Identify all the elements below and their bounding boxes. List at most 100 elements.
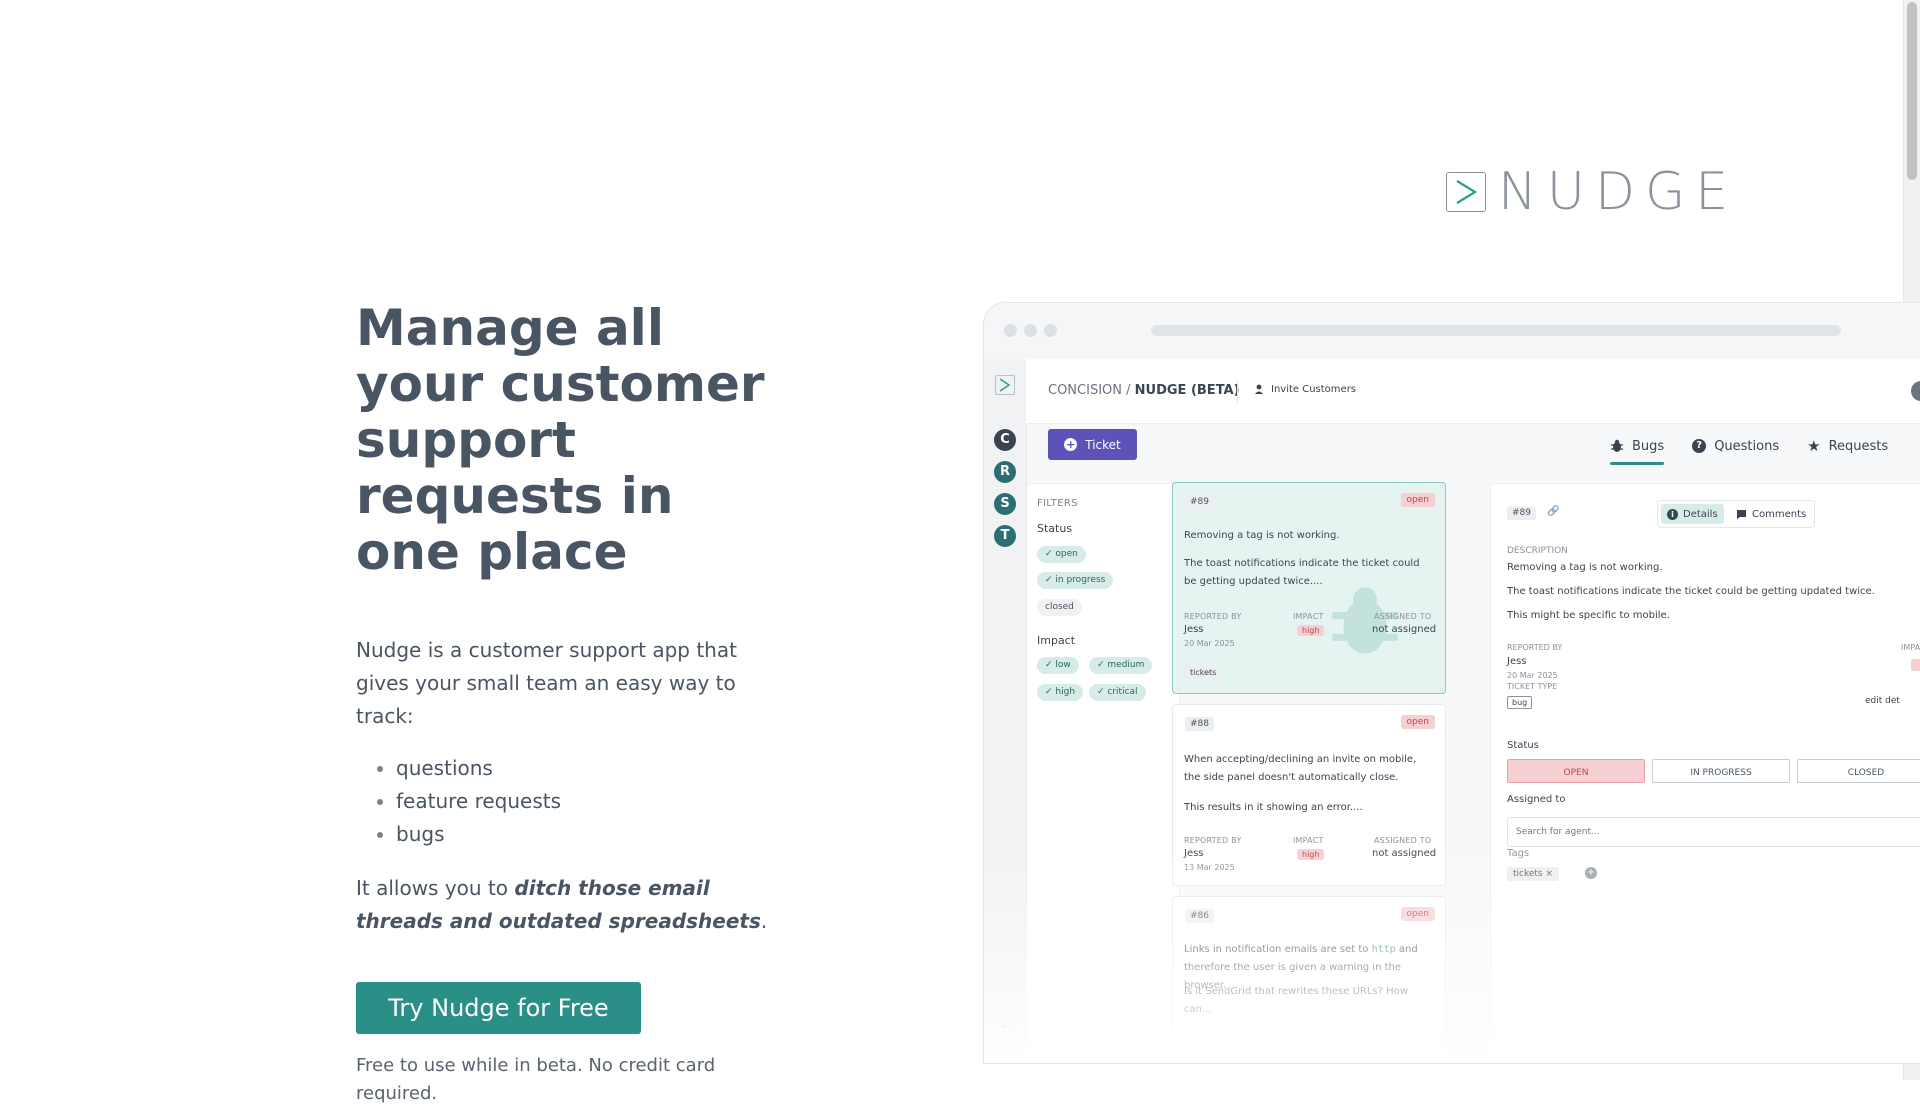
browser-chrome	[984, 303, 1920, 360]
tab-requests[interactable]: ★ Requests	[1807, 433, 1888, 463]
collapse-sidebar-icon[interactable]: »	[996, 1061, 1004, 1063]
status-closed-button[interactable]: CLOSED	[1797, 759, 1920, 783]
nudge-logo-icon	[1446, 172, 1486, 212]
tags-label: Tags	[1507, 848, 1530, 859]
ticket-card[interactable]: #88 open When accepting/declining an inv…	[1172, 704, 1446, 886]
filter-chip-medium[interactable]: ✓ medium	[1089, 657, 1153, 674]
workspace-avatar-t[interactable]: T	[994, 525, 1016, 547]
assignee: not assigned	[1372, 624, 1437, 635]
brand-logo[interactable]: NUDGE	[1446, 166, 1738, 218]
hero-description: Nudge is a customer support app that giv…	[356, 638, 737, 728]
filters-heading: FILTERS	[1037, 498, 1078, 509]
assigned-to-label: ASSIGNED TO	[1374, 612, 1432, 621]
agent-search-input[interactable]	[1507, 817, 1920, 847]
impact-label: IMPACT	[1293, 836, 1324, 845]
divider	[1237, 381, 1238, 403]
description-line: This might be specific to mobile.	[1507, 610, 1670, 621]
filter-chip-critical[interactable]: ✓ critical	[1089, 684, 1146, 701]
report-date: 20 Mar 2025	[1184, 639, 1235, 648]
ticket-tag: tickets	[1184, 666, 1223, 679]
info-icon: i	[1667, 508, 1678, 520]
bug-icon	[1332, 587, 1398, 654]
reporter-name: Jess	[1184, 624, 1204, 635]
user-avatar[interactable]	[1911, 381, 1920, 401]
filter-chip-low[interactable]: ✓ low	[1037, 657, 1079, 674]
app-screenshot-mockup: C R S T + » CONCISION / NUDGE (BETA) Inv…	[983, 302, 1920, 1064]
tagline-prefix: It allows you to	[356, 876, 515, 900]
ticket-number: #89	[1185, 495, 1214, 509]
remove-tag-icon[interactable]: ×	[1546, 869, 1554, 879]
assigned-to-label: ASSIGNED TO	[1374, 836, 1432, 845]
filters-panel: FILTERS Status ✓ open ✓ in progress clos…	[1026, 483, 1180, 1063]
invite-customers-button[interactable]: Invite Customers	[1254, 384, 1356, 395]
user-plus-icon	[1255, 384, 1263, 394]
impact-badge: high	[1297, 625, 1325, 636]
brand-wordmark: NUDGE	[1498, 162, 1739, 222]
status-label: Status	[1507, 740, 1539, 751]
window-dot	[1004, 324, 1017, 337]
bug-icon	[1611, 439, 1623, 452]
feature-list: questions feature requests bugs	[356, 752, 561, 851]
edit-details-link[interactable]: edit det	[1865, 696, 1900, 706]
reporter-name: Jess	[1184, 848, 1204, 859]
tab-label: Bugs	[1632, 438, 1665, 454]
status-open-button[interactable]: OPEN	[1507, 759, 1645, 783]
ticket-title: When accepting/declining an invite on mo…	[1184, 754, 1417, 783]
detail-tabs: i Details Comments	[1657, 500, 1815, 528]
tab-details[interactable]: i Details	[1661, 504, 1724, 524]
ticket-card[interactable]: #89 open Removing a tag is not working. …	[1172, 482, 1446, 694]
breadcrumb-org[interactable]: CONCISION /	[1048, 383, 1131, 398]
list-item: feature requests	[396, 785, 561, 818]
status-in-progress-button[interactable]: IN PROGRESS	[1652, 759, 1790, 783]
ticket-type-badge: bug	[1507, 696, 1533, 709]
ticket-type-tabs: Bugs ? Questions ★ Requests	[1610, 433, 1888, 465]
status-badge: open	[1400, 715, 1435, 729]
ticket-title: Removing a tag is not working.	[1184, 530, 1340, 541]
question-icon: ?	[1692, 439, 1707, 453]
workspace-avatar-s[interactable]: S	[994, 493, 1016, 515]
tab-questions[interactable]: ? Questions	[1692, 433, 1779, 463]
filter-chip-closed[interactable]: closed	[1037, 599, 1082, 616]
breadcrumb: CONCISION / NUDGE (BETA)	[1048, 383, 1240, 398]
status-badge: open	[1400, 493, 1435, 507]
ticket-description: Links in notification emails are set to …	[1184, 944, 1418, 955]
window-dot	[1044, 324, 1057, 337]
plus-circle-icon: +	[1064, 438, 1078, 451]
ticket-number: #86	[1185, 909, 1214, 923]
url-bar	[1151, 325, 1841, 336]
filter-chip-high[interactable]: ✓ high	[1037, 684, 1084, 701]
tab-bugs[interactable]: Bugs	[1610, 433, 1665, 465]
ticket-description: This results in it showing an error....	[1184, 802, 1363, 813]
reporter-name: Jess	[1507, 656, 1527, 667]
ticket-card[interactable]: #86 open Links in notification emails ar…	[1172, 896, 1446, 1063]
link-icon[interactable]: 🔗	[1547, 506, 1559, 517]
try-free-button[interactable]: Try Nudge for Free	[356, 982, 641, 1034]
filter-chip-in-progress[interactable]: ✓ in progress	[1037, 572, 1114, 589]
assignee: not assigned	[1372, 848, 1437, 859]
workspace-avatar-c[interactable]: C	[994, 429, 1016, 451]
list-item: bugs	[396, 818, 561, 851]
invite-label: Invite Customers	[1271, 384, 1357, 395]
reported-by-label: REPORTED BY	[1184, 612, 1242, 621]
hero-tagline: It allows you to ditch those email threa…	[356, 872, 796, 938]
ticket-type-label: TICKET TYPE	[1507, 682, 1558, 691]
nudge-logo-icon[interactable]	[995, 375, 1015, 395]
reported-by-label: REPORTED BY	[1184, 836, 1242, 845]
description-line: Removing a tag is not working.	[1507, 562, 1663, 573]
ticket-number: #88	[1185, 717, 1214, 731]
scrollbar-thumb[interactable]	[1907, 2, 1917, 180]
breadcrumb-project[interactable]: NUDGE (BETA)	[1135, 383, 1240, 398]
comment-icon	[1737, 509, 1746, 519]
cta-note: Free to use while in beta. No credit car…	[356, 1055, 716, 1104]
ticket-button-label: Ticket	[1085, 437, 1121, 452]
description-label: DESCRIPTION	[1507, 546, 1568, 556]
workspace-avatar-r[interactable]: R	[994, 461, 1016, 483]
tag-chip[interactable]: tickets ×	[1507, 867, 1560, 881]
add-tag-icon[interactable]: +	[1585, 867, 1597, 879]
workspace-sidebar: C R S T + »	[984, 359, 1027, 1063]
status-filter-label: Status	[1037, 522, 1073, 535]
filter-chip-open[interactable]: ✓ open	[1037, 546, 1086, 563]
new-ticket-button[interactable]: + Ticket	[1048, 429, 1137, 460]
tab-comments[interactable]: Comments	[1730, 504, 1812, 524]
add-workspace-icon[interactable]: +	[998, 1017, 1011, 1036]
